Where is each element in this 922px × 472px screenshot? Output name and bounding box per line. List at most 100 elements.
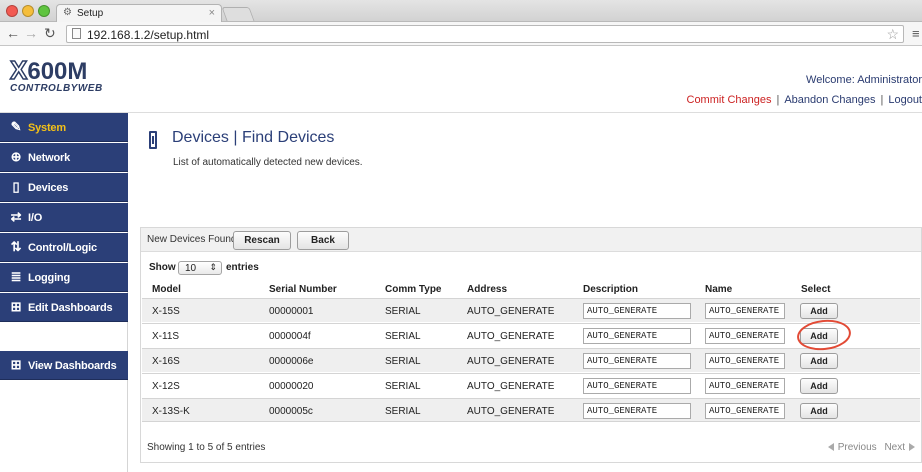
- page-header: X600M CONTROLBYWEB Welcome: Administrato…: [0, 47, 922, 113]
- logging-icon: ≣: [10, 269, 22, 284]
- page-icon: [72, 28, 81, 39]
- name-input[interactable]: AUTO_GENERATE: [705, 328, 785, 344]
- browser-tab[interactable]: ⚙ Setup ×: [56, 4, 222, 22]
- show-label: Show: [149, 262, 176, 273]
- column-header-model: Model: [152, 284, 181, 295]
- sidebar-item-network[interactable]: ⊕ Network: [0, 143, 128, 172]
- reload-icon[interactable]: ↻: [44, 25, 56, 41]
- name-input[interactable]: AUTO_GENERATE: [705, 403, 785, 419]
- cell-comm-type: SERIAL: [385, 381, 421, 392]
- close-window-button[interactable]: [6, 5, 18, 17]
- sidebar-item-system[interactable]: ✎ System: [0, 113, 128, 142]
- logout-link[interactable]: Logout: [888, 94, 922, 106]
- add-button[interactable]: Add: [800, 403, 838, 419]
- name-input[interactable]: AUTO_GENERATE: [705, 353, 785, 369]
- cell-serial: 00000020: [269, 381, 314, 392]
- cell-comm-type: SERIAL: [385, 356, 421, 367]
- new-tab-button[interactable]: [221, 7, 255, 21]
- sidebar-item-label: I/O: [28, 212, 43, 224]
- entries-select-value: 10: [185, 263, 197, 274]
- cell-model: X-11S: [152, 331, 180, 342]
- zoom-window-button[interactable]: [38, 5, 50, 17]
- device-icon: [149, 131, 157, 149]
- column-header-select: Select: [801, 284, 831, 295]
- column-header-serial: Serial Number: [269, 284, 337, 295]
- description-input[interactable]: AUTO_GENERATE: [583, 303, 691, 319]
- forward-arrow-icon[interactable]: →: [24, 25, 38, 41]
- back-button[interactable]: Back: [297, 231, 349, 250]
- cell-model: X-15S: [152, 306, 180, 317]
- browser-menu-icon[interactable]: ≡: [912, 26, 920, 41]
- url-input[interactable]: 192.168.1.2/setup.html ☆: [66, 25, 904, 43]
- cell-model: X-12S: [152, 381, 180, 392]
- dashboard-edit-icon: ⊞: [10, 299, 22, 314]
- next-arrow-icon: [909, 443, 915, 451]
- add-button[interactable]: Add: [800, 378, 838, 394]
- column-header-description: Description: [583, 284, 639, 295]
- description-input[interactable]: AUTO_GENERATE: [583, 378, 691, 394]
- welcome-text: Welcome: Administrator: [806, 74, 922, 86]
- description-input[interactable]: AUTO_GENERATE: [583, 353, 691, 369]
- description-input[interactable]: AUTO_GENERATE: [583, 403, 691, 419]
- sidebar-item-label: System: [28, 122, 66, 134]
- add-button[interactable]: Add: [800, 353, 838, 369]
- dashboard-view-icon: ⊞: [10, 357, 22, 372]
- sidebar-item-label: Network: [28, 152, 70, 164]
- entries-select[interactable]: 10 ⇕: [178, 261, 222, 275]
- address-bar: ← → ↻ 192.168.1.2/setup.html ☆ ≡: [0, 22, 922, 46]
- cell-model: X-13S-K: [152, 406, 190, 417]
- table-row: X-13S-K 0000005c SERIAL AUTO_GENERATE AU…: [142, 398, 920, 422]
- sidebar-item-control-logic[interactable]: ⇅ Control/Logic: [0, 233, 128, 262]
- rescan-button[interactable]: Rescan: [233, 231, 291, 250]
- name-input[interactable]: AUTO_GENERATE: [705, 378, 785, 394]
- sidebar-item-io[interactable]: ⇄ I/O: [0, 203, 128, 232]
- tab-favicon-icon: ⚙: [63, 7, 72, 18]
- bookmark-star-icon[interactable]: ☆: [886, 26, 899, 43]
- column-header-name: Name: [705, 284, 733, 295]
- abandon-changes-link[interactable]: Abandon Changes: [784, 94, 875, 106]
- name-input[interactable]: AUTO_GENERATE: [705, 303, 785, 319]
- cell-address: AUTO_GENERATE: [467, 331, 555, 342]
- add-button[interactable]: Add: [800, 303, 838, 319]
- back-arrow-icon[interactable]: ←: [6, 25, 20, 41]
- entries-label: entries: [226, 262, 259, 273]
- tab-close-icon[interactable]: ×: [209, 7, 215, 19]
- wrench-icon: ✎: [10, 119, 22, 134]
- previous-page-button[interactable]: Previous: [838, 442, 877, 453]
- description-input[interactable]: AUTO_GENERATE: [583, 328, 691, 344]
- sidebar-item-view-dashboards[interactable]: ⊞ View Dashboards: [0, 351, 128, 380]
- previous-arrow-icon: [827, 443, 834, 451]
- cell-model: X-16S: [152, 356, 180, 367]
- table-info: Showing 1 to 5 of 5 entries: [147, 442, 266, 453]
- cell-address: AUTO_GENERATE: [467, 306, 555, 317]
- browser-tab-bar: ⚙ Setup ×: [0, 0, 922, 22]
- page-title: Devices | Find Devices: [172, 129, 335, 146]
- table-row: X-15S 00000001 SERIAL AUTO_GENERATE AUTO…: [142, 298, 920, 322]
- cell-serial: 0000006e: [269, 356, 314, 367]
- minimize-window-button[interactable]: [22, 5, 34, 17]
- cell-serial: 0000004f: [269, 331, 311, 342]
- logo-brand: CONTROLBYWEB: [10, 83, 103, 94]
- io-arrows-icon: ⇄: [10, 209, 22, 224]
- table-row: X-12S 00000020 SERIAL AUTO_GENERATE AUTO…: [142, 373, 920, 397]
- sidebar-item-devices[interactable]: ▯ Devices: [0, 173, 128, 202]
- logo-x: X: [9, 54, 28, 86]
- sidebar-item-edit-dashboards[interactable]: ⊞ Edit Dashboards: [0, 293, 128, 322]
- panel-header: New Devices Found Rescan Back: [141, 228, 921, 252]
- header-links: Commit Changes | Abandon Changes | Logout: [687, 94, 922, 106]
- cell-comm-type: SERIAL: [385, 306, 421, 317]
- logic-icon: ⇅: [10, 239, 22, 254]
- column-header-address: Address: [467, 284, 508, 295]
- cell-comm-type: SERIAL: [385, 331, 421, 342]
- commit-changes-link[interactable]: Commit Changes: [687, 94, 772, 106]
- panel-title: New Devices Found: [147, 234, 237, 245]
- globe-icon: ⊕: [10, 149, 22, 164]
- select-arrows-icon: ⇕: [209, 262, 217, 272]
- cell-comm-type: SERIAL: [385, 406, 421, 417]
- table-row: X-16S 0000006e SERIAL AUTO_GENERATE AUTO…: [142, 348, 920, 372]
- next-page-button[interactable]: Next: [884, 442, 905, 453]
- cell-address: AUTO_GENERATE: [467, 381, 555, 392]
- sidebar-item-label: Devices: [28, 182, 69, 194]
- cell-address: AUTO_GENERATE: [467, 356, 555, 367]
- sidebar-item-logging[interactable]: ≣ Logging: [0, 263, 128, 292]
